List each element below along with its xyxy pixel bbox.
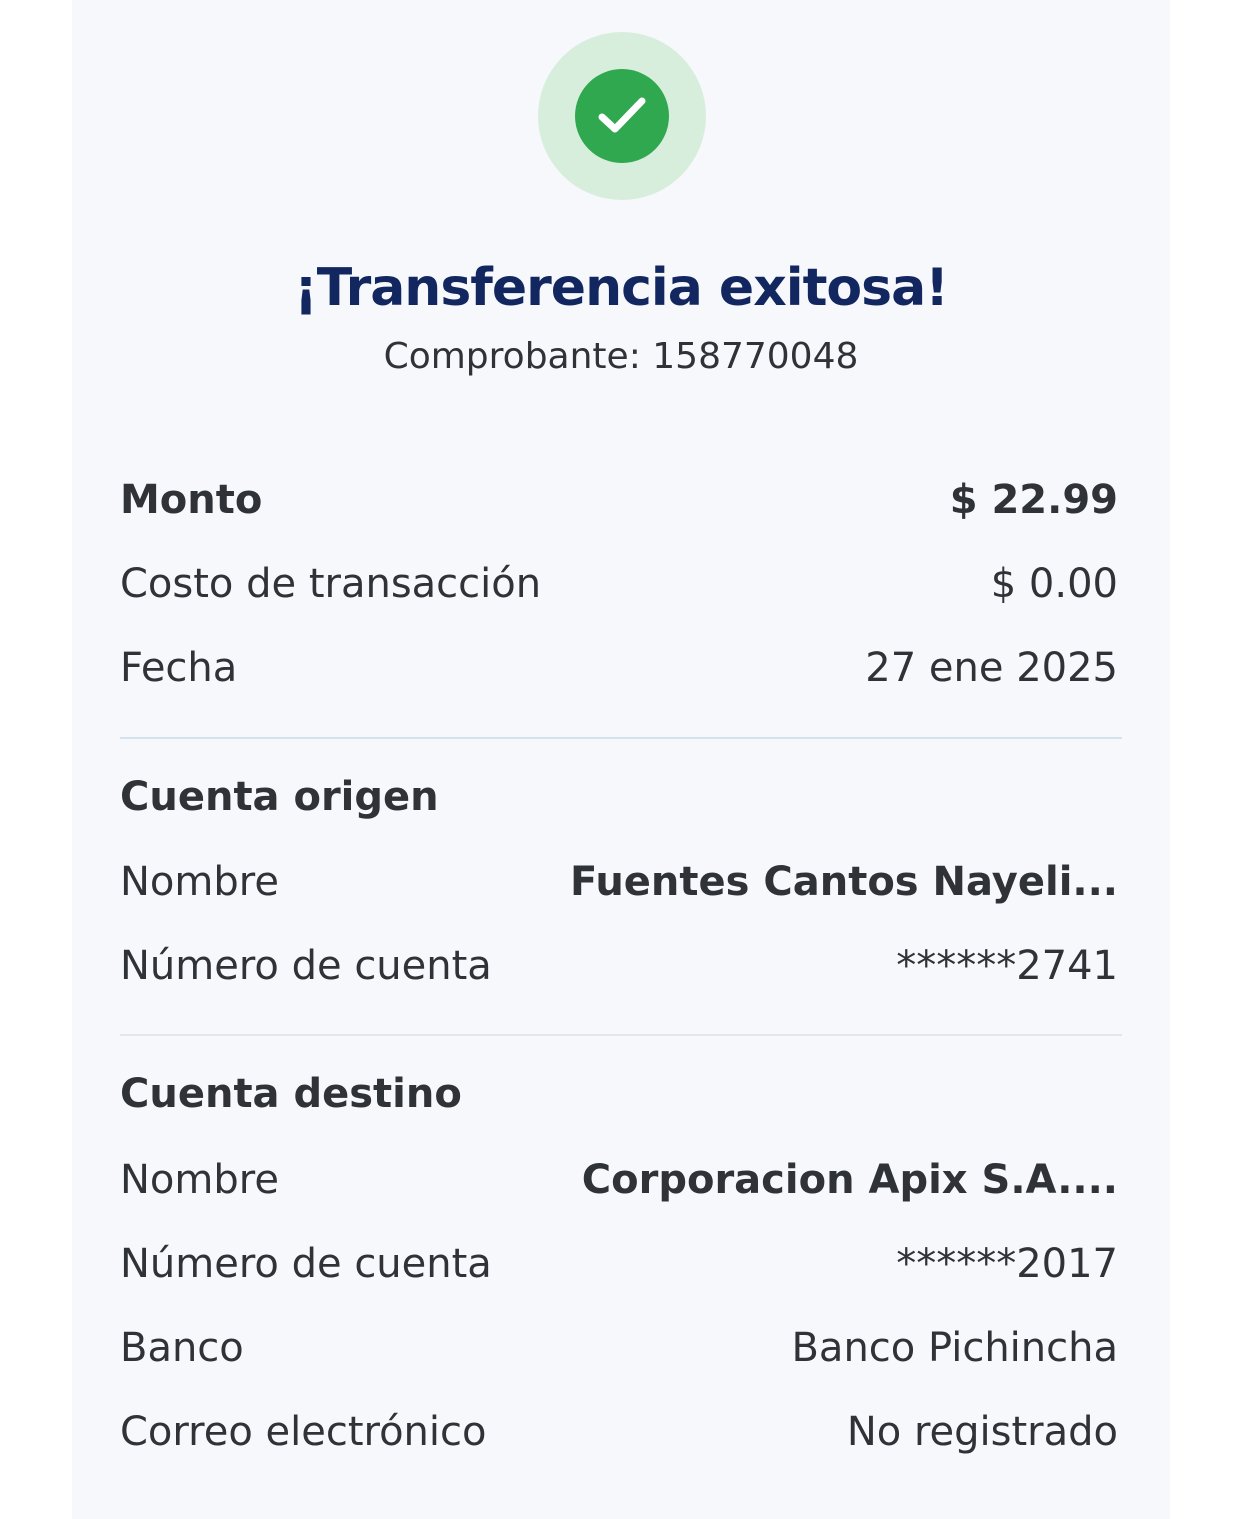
- date-value: 27 ene 2025: [865, 645, 1118, 691]
- success-icon-halo: [538, 32, 706, 200]
- amount-value: $ 22.99: [949, 477, 1118, 523]
- destination-account-label: Número de cuenta: [120, 1241, 492, 1287]
- destination-account-row: Número de cuenta ******2017: [120, 1234, 1118, 1294]
- divider: [120, 1034, 1122, 1036]
- origin-name-row: Nombre Fuentes Cantos Nayeli...: [120, 852, 1118, 912]
- origin-name-label: Nombre: [120, 859, 279, 905]
- email-row: Correo electrónico No registrado: [120, 1402, 1118, 1462]
- date-row: Fecha 27 ene 2025: [120, 638, 1118, 698]
- page-title: ¡Transferencia exitosa!: [294, 258, 949, 318]
- email-value: No registrado: [846, 1409, 1118, 1455]
- bank-value: Banco Pichincha: [791, 1325, 1118, 1371]
- divider: [120, 737, 1122, 739]
- fee-value: $ 0.00: [990, 561, 1118, 607]
- origin-account-value: ******2741: [896, 943, 1118, 989]
- amount-label: Monto: [120, 477, 263, 523]
- fee-label: Costo de transacción: [120, 561, 542, 607]
- amount-row: Monto $ 22.99: [120, 470, 1118, 530]
- bank-label: Banco: [120, 1325, 244, 1371]
- origin-account-row: Número de cuenta ******2741: [120, 936, 1118, 996]
- destination-account-value: ******2017: [896, 1241, 1118, 1287]
- destination-name-label: Nombre: [120, 1157, 279, 1203]
- receipt-card: ¡Transferencia exitosa! Comprobante: 158…: [72, 0, 1170, 1519]
- bank-row: Banco Banco Pichincha: [120, 1318, 1118, 1378]
- origin-section-title: Cuenta origen: [120, 774, 439, 820]
- destination-name-value: Corporacion Apix S.A....: [581, 1157, 1118, 1203]
- email-label: Correo electrónico: [120, 1409, 487, 1455]
- destination-name-row: Nombre Corporacion Apix S.A....: [120, 1150, 1118, 1210]
- date-label: Fecha: [120, 645, 238, 691]
- receipt-number: Comprobante: 158770048: [383, 336, 859, 377]
- success-icon-circle: [575, 69, 669, 163]
- origin-name-value: Fuentes Cantos Nayeli...: [569, 859, 1118, 905]
- destination-section-title: Cuenta destino: [120, 1071, 462, 1117]
- fee-row: Costo de transacción $ 0.00: [120, 554, 1118, 614]
- origin-account-label: Número de cuenta: [120, 943, 492, 989]
